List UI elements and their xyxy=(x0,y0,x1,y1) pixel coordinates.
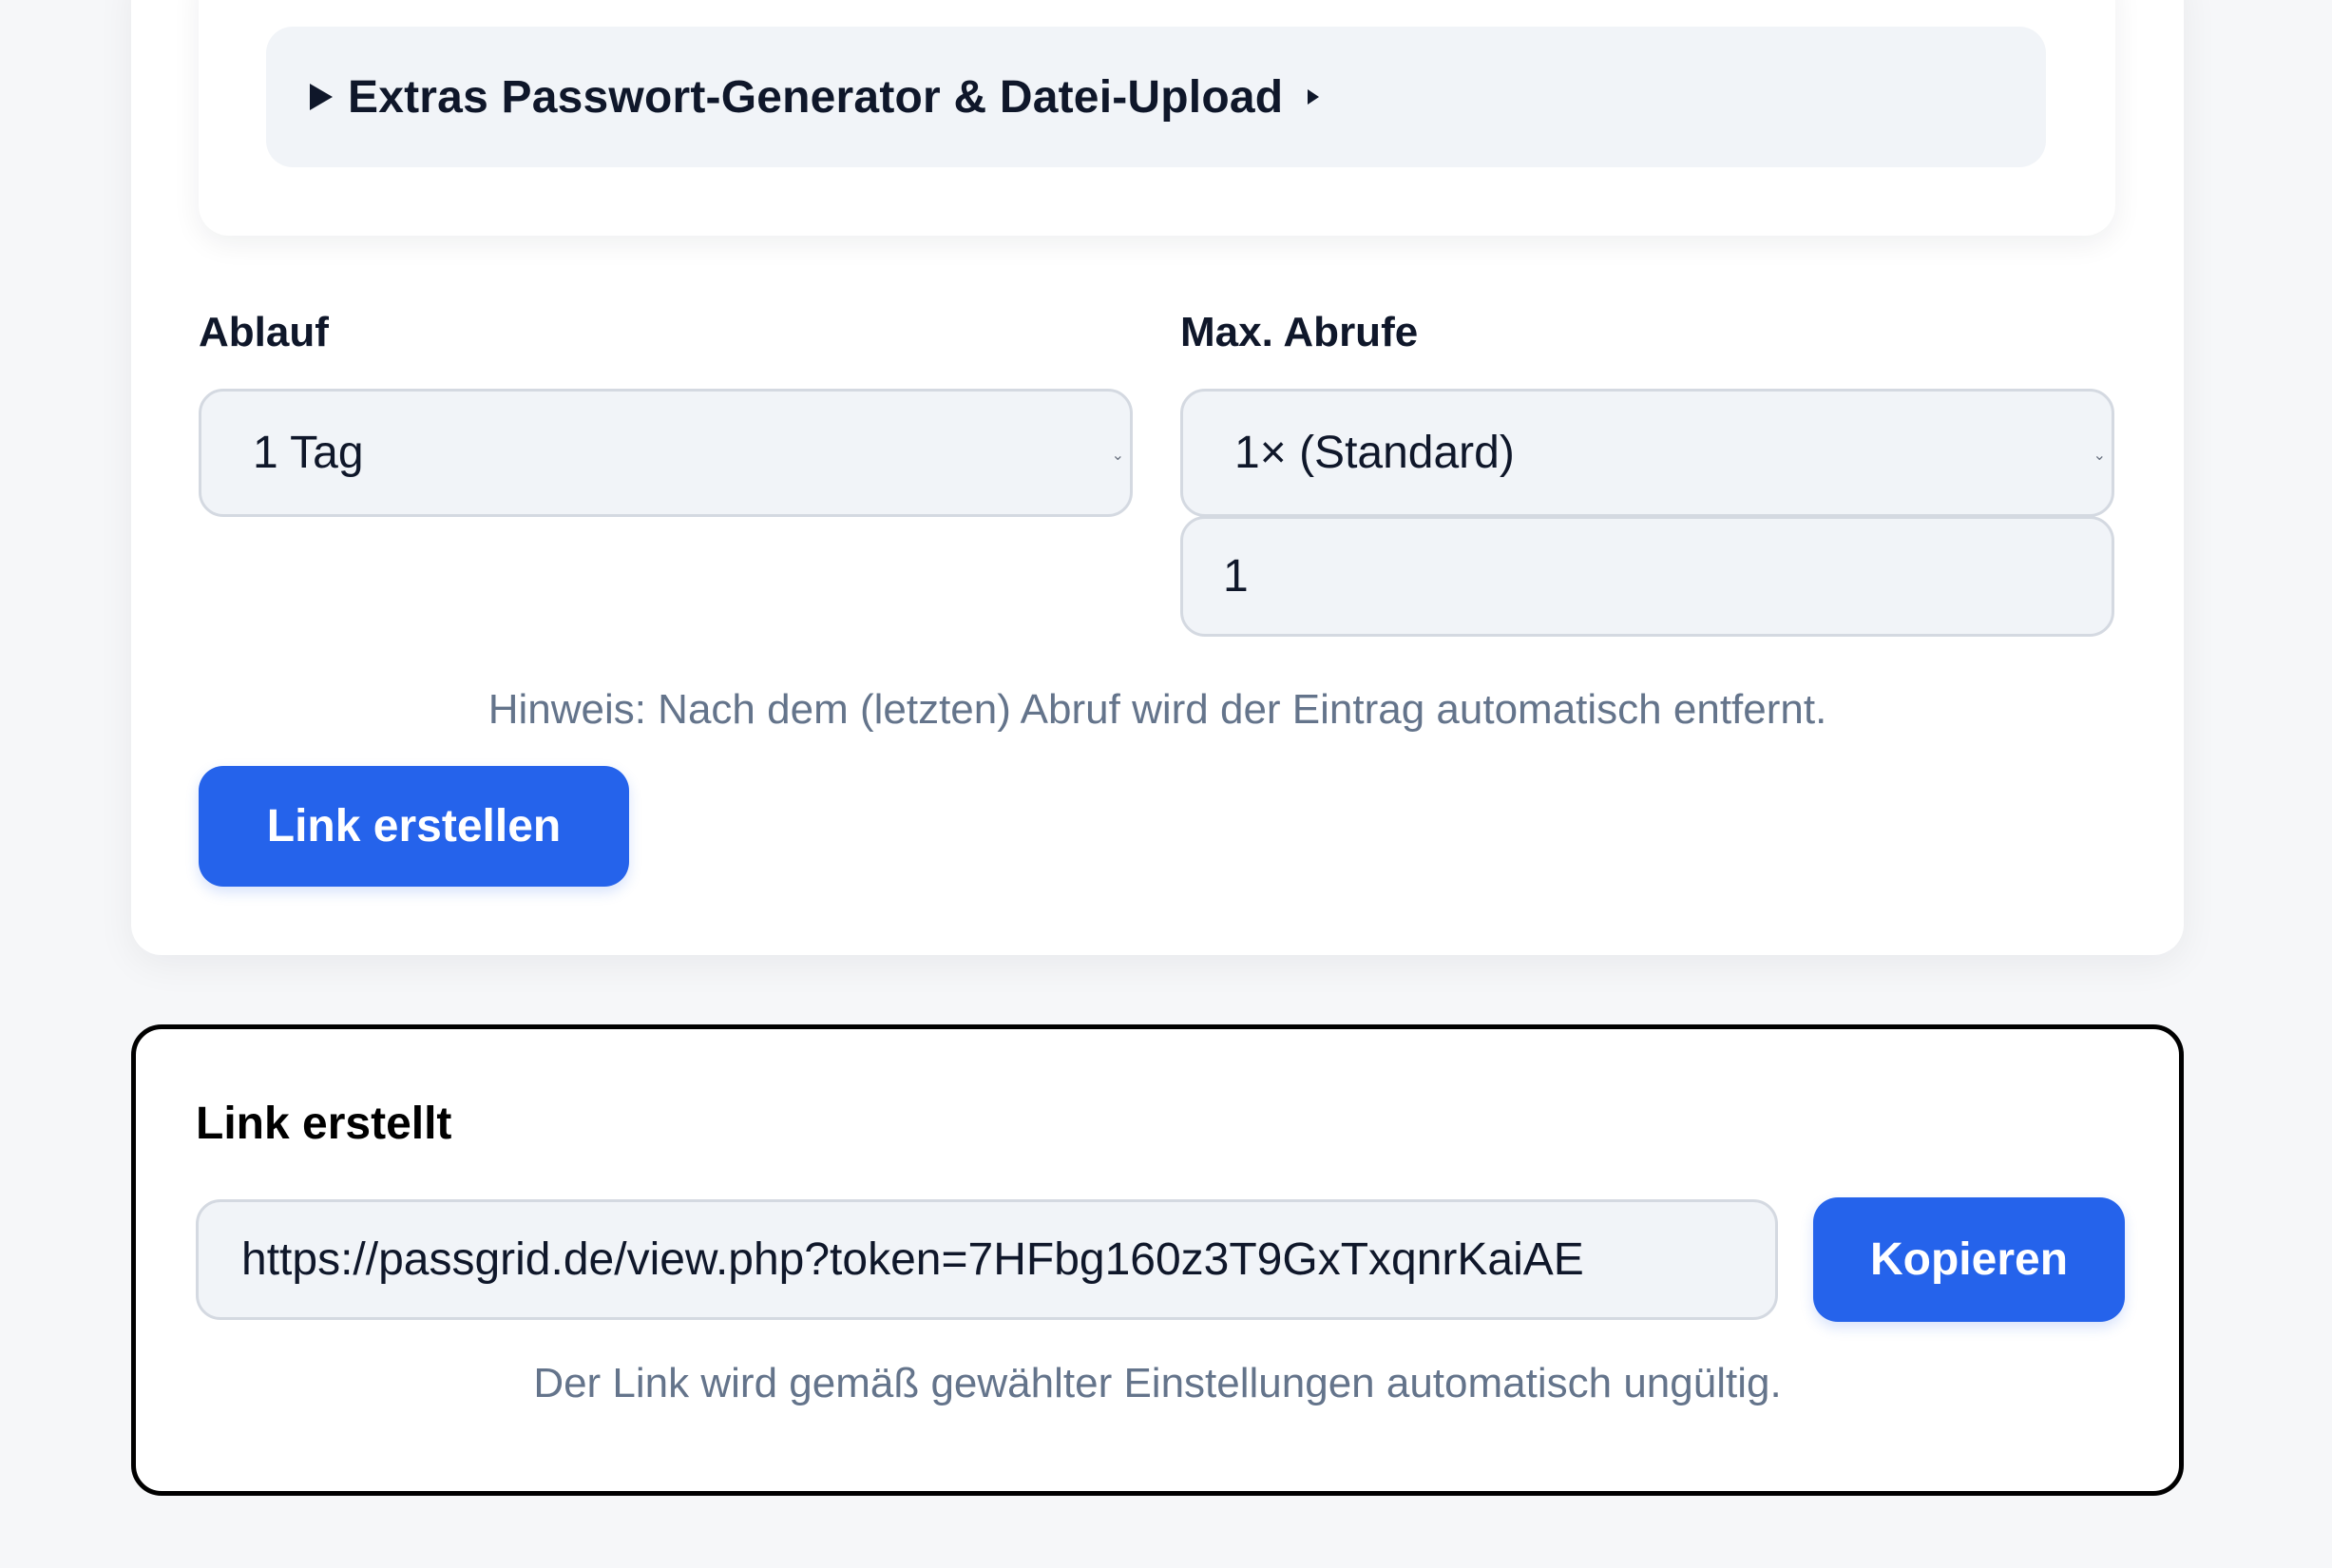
expand-triangle-icon xyxy=(310,84,333,110)
expiry-select[interactable]: 1 Tag ⌄ xyxy=(199,389,1133,517)
expiry-label: Ablauf xyxy=(199,309,329,355)
result-card: Link erstellt https://passgrid.de/view.p… xyxy=(131,1024,2184,1496)
max-views-selected-value: 1× (Standard) xyxy=(1234,428,1515,478)
max-views-select[interactable]: 1× (Standard) ⌄ xyxy=(1180,389,2114,517)
create-link-button[interactable]: Link erstellen xyxy=(199,766,629,887)
extras-toggle[interactable]: Extras Passwort-Generator & Datei-Upload xyxy=(266,27,2046,167)
expiry-selected-value: 1 Tag xyxy=(253,428,364,478)
extras-card: Extras Passwort-Generator & Datei-Upload xyxy=(199,0,2115,236)
result-title: Link erstellt xyxy=(196,1099,452,1149)
generated-link-field[interactable]: https://passgrid.de/view.php?token=7HFbg… xyxy=(196,1199,1778,1320)
deletion-hint: Hinweis: Nach dem (letzten) Abruf wird d… xyxy=(487,686,1827,733)
max-views-label: Max. Abrufe xyxy=(1180,309,1419,355)
disclosure-marker-icon xyxy=(1308,89,1320,105)
create-form-card: Extras Passwort-Generator & Datei-Upload… xyxy=(131,0,2184,955)
max-views-custom-value: 1 xyxy=(1223,551,1249,602)
result-note: Der Link wird gemäß gewählter Einstellun… xyxy=(533,1360,1782,1406)
chevron-down-icon: ⌄ xyxy=(1111,447,1124,464)
max-views-custom-input[interactable]: 1 xyxy=(1180,516,2114,637)
copy-button[interactable]: Kopieren xyxy=(1813,1197,2125,1322)
extras-summary-label: Extras Passwort-Generator & Datei-Upload xyxy=(348,71,1284,123)
chevron-down-icon: ⌄ xyxy=(2093,447,2106,464)
